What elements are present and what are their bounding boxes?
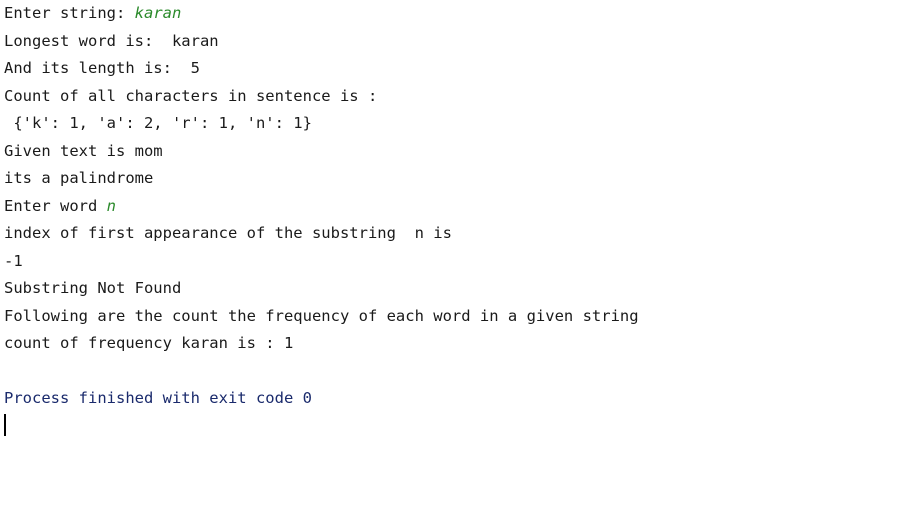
console-line-not-found: Substring Not Found — [4, 279, 182, 297]
text-caret — [4, 414, 6, 436]
console-line-index: index of first appearance of the substri… — [4, 224, 452, 242]
console-line-count-header: Count of all characters in sentence is : — [4, 86, 378, 105]
console-line-given-text: Given text is mom — [4, 141, 163, 160]
console-line-freq: count of frequency karan is : 1 — [4, 334, 294, 352]
console-line-cursor[interactable] — [4, 413, 914, 441]
prompt-string: Enter string: — [4, 4, 135, 22]
console-line-length: And its length is: 5 — [4, 59, 200, 77]
console-line-longest-word: Longest word is: karan — [4, 31, 219, 50]
exit-message: Process finished with exit code 0 — [4, 389, 312, 407]
prompt-word: Enter word — [4, 196, 107, 215]
console-line-count-dict: {'k': 1, 'a': 2, 'r': 1, 'n': 1} — [4, 114, 312, 132]
console-line-enter-word: Enter word n — [4, 193, 914, 221]
console-line-freq-header: Following are the count the frequency of… — [4, 306, 639, 325]
console-output[interactable]: Enter string: karan Longest word is: kar… — [4, 0, 914, 440]
console-line-index-value: -1 — [4, 251, 23, 270]
user-input-string: karan — [134, 4, 182, 22]
user-input-word: n — [106, 196, 116, 215]
console-line-enter-string: Enter string: karan — [4, 0, 914, 28]
console-line-palindrome: its a palindrome — [4, 169, 154, 187]
